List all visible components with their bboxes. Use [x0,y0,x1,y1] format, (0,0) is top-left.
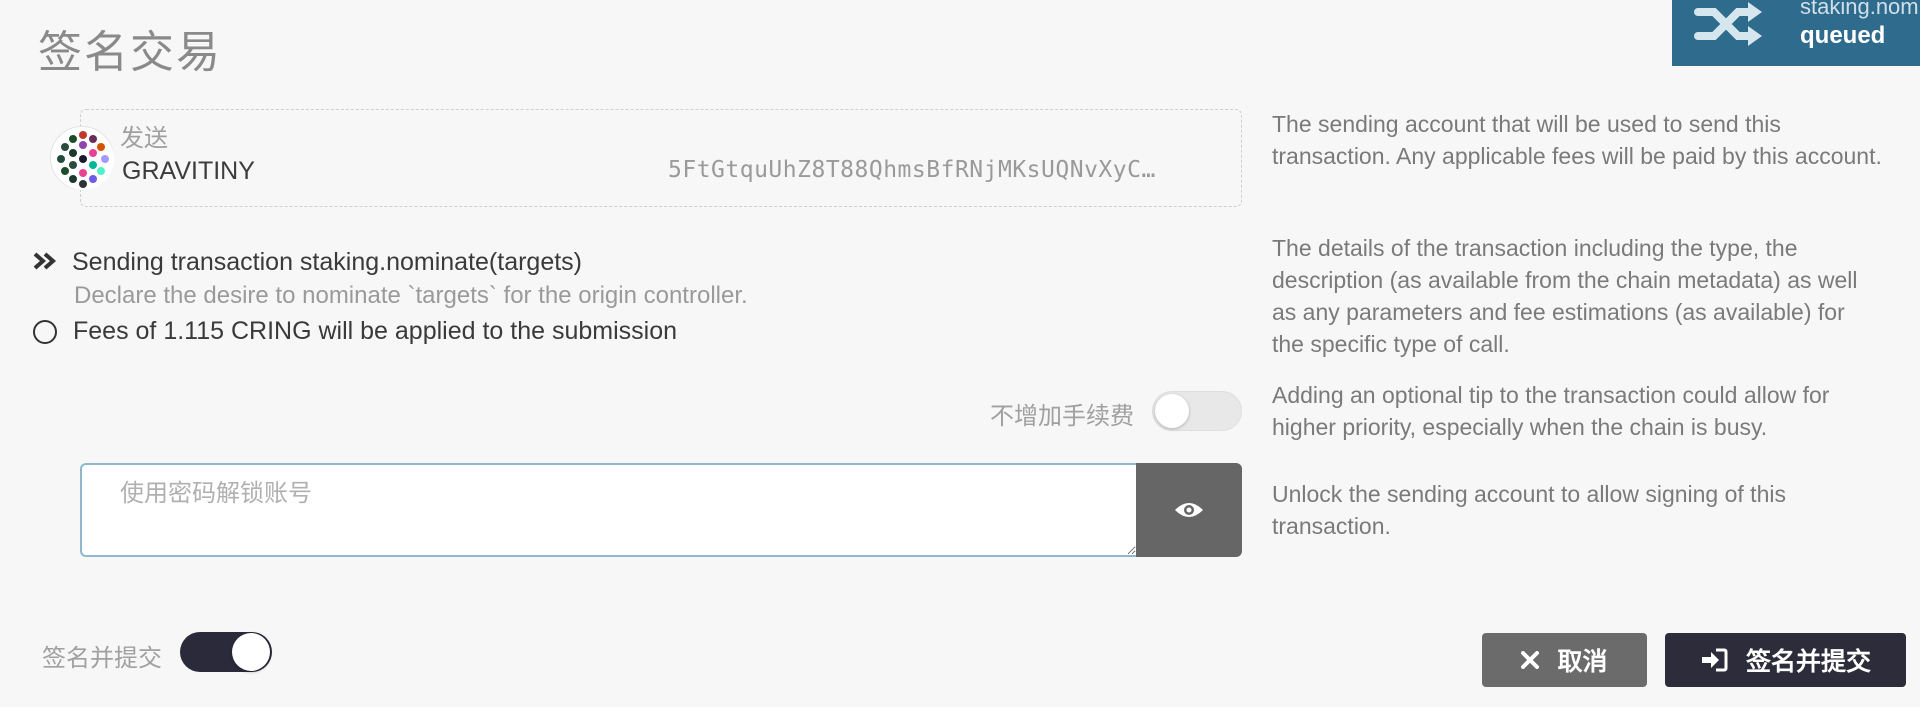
shuffle-icon [1694,2,1762,46]
close-icon [1521,651,1540,669]
toast-status: queued [1800,22,1886,49]
sign-and-submit-button[interactable]: 签名并提交 [1665,633,1906,687]
help-unlock: Unlock the sending account to allow sign… [1272,481,1786,539]
cancel-button-label: 取消 [1557,648,1608,676]
tip-toggle[interactable] [1152,391,1242,431]
transaction-description: Declare the desire to nominate `targets`… [74,282,748,309]
password-visibility-button[interactable] [1136,463,1242,557]
sender-name: GRAVITINY [122,157,255,185]
transaction-call-text: Sending transaction staking.nominate(tar… [72,248,583,276]
double-chevron-right-icon [32,247,72,278]
transaction-fee-text: Fees of 1.115 CRING will be applied to t… [73,317,678,345]
help-tip: Adding an optional tip to the transactio… [1272,382,1830,440]
toggle-knob [1155,394,1189,428]
sign-toggle-label: 签名并提交 [42,645,162,672]
transaction-call[interactable]: Sending transaction staking.nominate(tar… [32,247,582,278]
sign-and-submit-toggle[interactable] [180,632,272,672]
modal-title: 签名交易 [38,28,222,77]
toggle-knob [232,633,270,671]
transaction-fee: Fees of 1.115 CRING will be applied to t… [32,317,677,346]
avatar [50,126,114,190]
status-toast[interactable]: staking.nominate queued [1672,0,1920,66]
sign-transaction-modal: 签名交易 staking.nominate queued [0,0,1920,707]
sign-in-icon [1700,648,1728,672]
help-sender: The sending account that will be used to… [1272,111,1882,169]
sender-label: 发送 [120,125,168,152]
sign-and-submit-button-label: 签名并提交 [1745,648,1871,676]
identicon-icon [52,128,114,190]
password-input[interactable] [80,463,1136,557]
sender-address: 5FtGtquUhZ8T88QhmsBfRNjMKsUQNvXyC… [668,157,1156,183]
password-field [80,463,1242,557]
circle-icon [33,319,57,344]
help-details: The details of the transaction including… [1272,235,1858,357]
eye-icon [1175,503,1203,517]
cancel-button[interactable]: 取消 [1482,633,1647,687]
toast-method: staking.nominate [1800,0,1920,19]
tip-toggle-label: 不增加手续费 [990,403,1134,430]
